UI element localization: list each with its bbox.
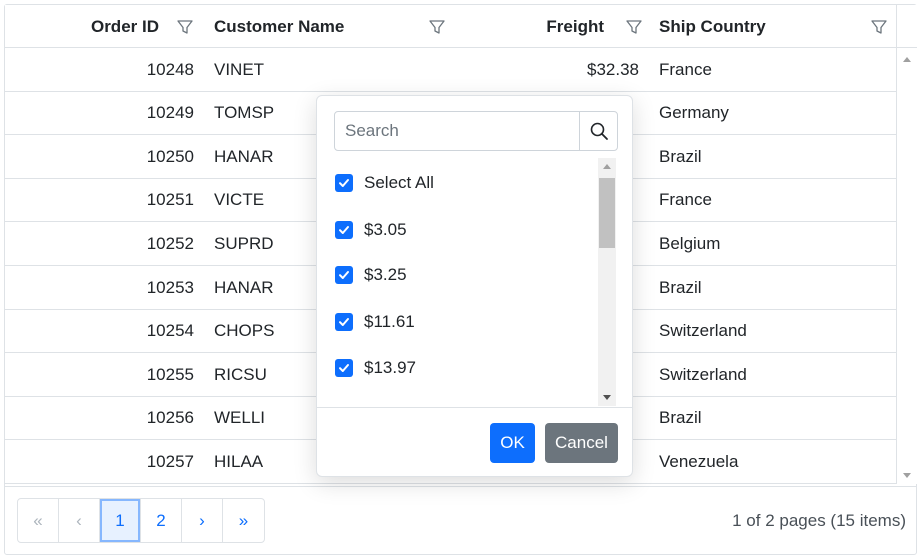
order-id-cell: 10251 — [146, 190, 194, 210]
order-id-cell: 10253 — [146, 277, 194, 297]
order-id-cell: 10257 — [146, 451, 194, 471]
check-icon — [339, 364, 349, 372]
check-icon — [339, 179, 349, 187]
checkbox-checked[interactable] — [335, 174, 353, 192]
filter-option[interactable]: $3.25 — [335, 263, 407, 287]
popup-footer-divider — [317, 407, 632, 408]
filter-list-scrollbar[interactable] — [598, 158, 616, 406]
filter-option[interactable]: $13.97 — [335, 356, 416, 380]
filter-option-label: $11.61 — [364, 312, 415, 331]
column-header-label: Order ID — [90, 16, 159, 36]
ship-country-cell: Venezuela — [659, 451, 739, 471]
customer-name-cell: VINET — [214, 59, 265, 79]
page-button-2[interactable]: 2 — [141, 499, 182, 542]
filter-icon[interactable] — [625, 18, 643, 36]
checkbox-checked[interactable] — [335, 221, 353, 239]
table-row[interactable]: 10248 VINET $32.38 France — [5, 48, 896, 92]
filter-option[interactable]: $3.05 — [335, 218, 407, 242]
filter-value-list: Select All $3.05 $3.25 $11.61 $13.97 — [317, 158, 617, 406]
column-header-freight[interactable]: Freight — [450, 5, 646, 48]
order-id-cell: 10249 — [146, 103, 194, 123]
column-header-label: Ship Country — [659, 16, 766, 36]
page-button-1[interactable]: 1 — [100, 499, 141, 542]
order-id-cell: 10254 — [146, 321, 194, 341]
column-header-customer-name[interactable]: Customer Name — [201, 5, 450, 48]
pager: « ‹ 1 2 › » — [17, 498, 265, 543]
order-id-cell: 10256 — [146, 408, 194, 428]
first-page-button[interactable]: « — [18, 499, 59, 542]
ship-country-cell: Germany — [659, 103, 729, 123]
scrollbar-thumb[interactable] — [599, 178, 615, 248]
scroll-up-arrow-icon[interactable] — [603, 164, 611, 169]
previous-page-button[interactable]: ‹ — [59, 499, 100, 542]
ok-button[interactable]: OK — [490, 423, 535, 463]
column-header-label: Customer Name — [214, 16, 345, 36]
filter-icon[interactable] — [176, 18, 194, 36]
cancel-button[interactable]: Cancel — [545, 423, 618, 463]
grid-vertical-scrollbar[interactable] — [896, 48, 917, 484]
freight-cell: $32.38 — [587, 59, 639, 79]
grid-header: Order ID Customer Name Freight Ship Coun… — [5, 5, 896, 48]
check-icon — [339, 271, 349, 279]
filter-option-label: $13.97 — [364, 358, 416, 377]
filter-option-label: Select All — [364, 173, 434, 192]
column-header-order-id[interactable]: Order ID — [5, 5, 201, 48]
filter-option-label: $3.05 — [364, 220, 407, 239]
filter-option-label: $3.25 — [364, 265, 407, 284]
column-header-label: Freight — [546, 16, 604, 36]
ship-country-cell: Brazil — [659, 146, 702, 166]
filter-search-box — [334, 111, 618, 151]
scroll-down-arrow-icon[interactable] — [903, 473, 911, 478]
checkbox-checked[interactable] — [335, 359, 353, 377]
last-page-button[interactable]: » — [223, 499, 264, 542]
checkbox-checked[interactable] — [335, 266, 353, 284]
filter-icon[interactable] — [870, 18, 888, 36]
scroll-down-arrow-icon[interactable] — [603, 395, 611, 400]
ship-country-cell: Brazil — [659, 277, 702, 297]
ship-country-cell: Switzerland — [659, 321, 747, 341]
order-id-cell: 10250 — [146, 146, 194, 166]
ship-country-cell: France — [659, 190, 712, 210]
check-icon — [339, 318, 349, 326]
ship-country-cell: Brazil — [659, 408, 702, 428]
ship-country-cell: Switzerland — [659, 364, 747, 384]
ship-country-cell: France — [659, 59, 712, 79]
filter-option[interactable]: $11.61 — [335, 310, 415, 334]
filter-option-select-all[interactable]: Select All — [335, 171, 434, 195]
check-icon — [339, 226, 349, 234]
column-header-ship-country[interactable]: Ship Country — [646, 5, 896, 48]
filter-icon[interactable] — [428, 18, 446, 36]
checkbox-checked[interactable] — [335, 313, 353, 331]
next-page-button[interactable]: › — [182, 499, 223, 542]
pager-summary: 1 of 2 pages (15 items) — [732, 510, 906, 530]
order-id-cell: 10248 — [146, 59, 194, 79]
order-id-cell: 10255 — [146, 364, 194, 384]
pager-divider — [5, 486, 916, 487]
search-icon[interactable] — [579, 112, 617, 150]
filter-search-input[interactable] — [335, 112, 579, 150]
filter-popup: Select All $3.05 $3.25 $11.61 $13.97 OK … — [316, 95, 633, 477]
ship-country-cell: Belgium — [659, 233, 721, 253]
order-id-cell: 10252 — [146, 233, 194, 253]
header-scroll-spacer — [896, 5, 917, 48]
scroll-up-arrow-icon[interactable] — [903, 57, 911, 62]
